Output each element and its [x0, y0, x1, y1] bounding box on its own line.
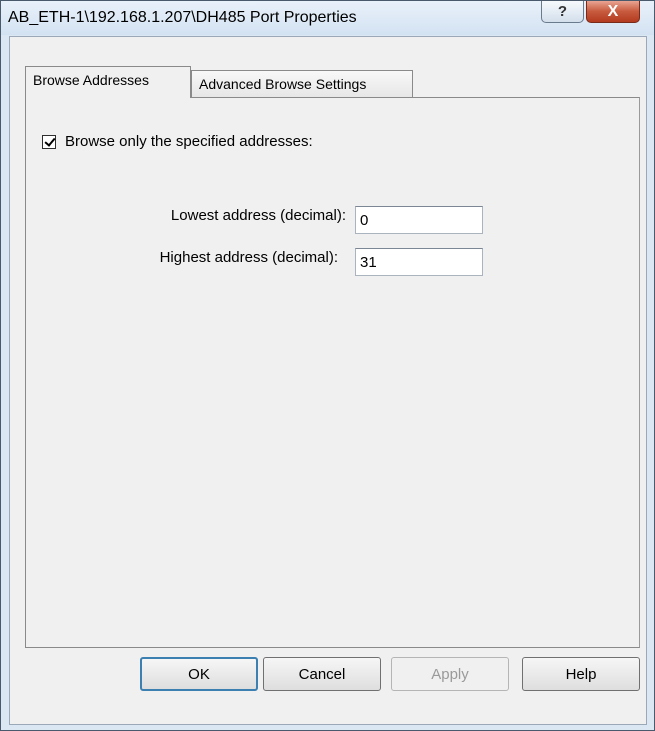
window-title: AB_ETH-1\192.168.1.207\DH485 Port Proper…: [8, 9, 357, 26]
title-bar[interactable]: AB_ETH-1\192.168.1.207\DH485 Port Proper…: [1, 1, 654, 35]
lowest-address-input[interactable]: [355, 206, 483, 234]
cancel-button[interactable]: Cancel: [263, 657, 381, 691]
close-button[interactable]: X: [586, 1, 640, 23]
tab-panel-browse-addresses: [25, 97, 640, 648]
question-mark-icon: ?: [557, 3, 568, 20]
close-icon: X: [607, 2, 619, 20]
ok-button[interactable]: OK: [140, 657, 258, 691]
highest-address-input[interactable]: [355, 248, 483, 276]
lowest-address-label: Lowest address (decimal):: [170, 207, 346, 224]
help-button[interactable]: Help: [522, 657, 640, 691]
apply-button[interactable]: Apply: [391, 657, 509, 691]
dialog-client-area: Advanced Browse Settings Browse Addresse…: [9, 36, 647, 725]
browse-only-specified-label: Browse only the specified addresses:: [65, 133, 313, 150]
properties-dialog: AB_ETH-1\192.168.1.207\DH485 Port Proper…: [0, 0, 655, 731]
tab-advanced-browse-settings[interactable]: Advanced Browse Settings: [191, 70, 413, 98]
context-help-button[interactable]: ?: [541, 1, 584, 23]
browse-only-specified-checkbox[interactable]: [42, 134, 56, 149]
highest-address-label: Highest address (decimal):: [159, 249, 338, 266]
tab-browse-addresses[interactable]: Browse Addresses: [25, 66, 191, 98]
browse-only-specified-option[interactable]: Browse only the specified addresses:: [42, 133, 313, 150]
